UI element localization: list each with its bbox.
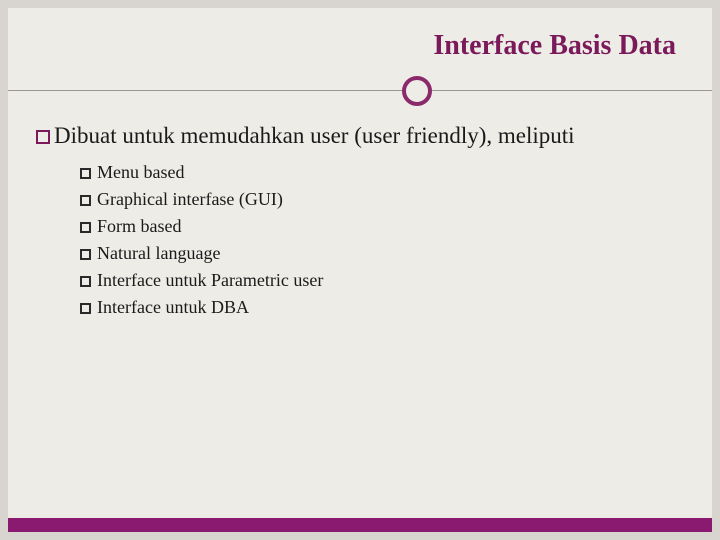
square-bullet-icon [80, 276, 91, 287]
slide-title: Interface Basis Data [433, 30, 676, 62]
sub-item: Form based [80, 213, 682, 240]
sub-list: Menu based Graphical interfase (GUI) For… [80, 159, 682, 321]
main-bullet-item: Dibuat untuk memudahkan user (user frien… [36, 120, 682, 151]
main-text: Dibuat untuk memudahkan user (user frien… [54, 123, 575, 148]
square-bullet-icon [80, 168, 91, 179]
sub-item: Interface untuk Parametric user [80, 267, 682, 294]
sub-item: Interface untuk DBA [80, 294, 682, 321]
sub-item-text: Interface untuk DBA [97, 297, 249, 317]
square-bullet-icon [36, 130, 50, 144]
sub-item: Graphical interfase (GUI) [80, 186, 682, 213]
content-area: Dibuat untuk memudahkan user (user frien… [36, 120, 682, 321]
footer-bar [8, 518, 712, 532]
square-bullet-icon [80, 249, 91, 260]
square-bullet-icon [80, 222, 91, 233]
sub-item-text: Graphical interfase (GUI) [97, 189, 283, 209]
sub-item-text: Menu based [97, 162, 184, 182]
sub-item-text: Form based [97, 216, 182, 236]
sub-item: Natural language [80, 240, 682, 267]
slide: Interface Basis Data Dibuat untuk memuda… [8, 8, 712, 532]
circle-icon [402, 76, 432, 106]
divider-line [8, 90, 712, 91]
sub-item: Menu based [80, 159, 682, 186]
square-bullet-icon [80, 195, 91, 206]
sub-item-text: Natural language [97, 243, 220, 263]
sub-item-text: Interface untuk Parametric user [97, 270, 323, 290]
square-bullet-icon [80, 303, 91, 314]
